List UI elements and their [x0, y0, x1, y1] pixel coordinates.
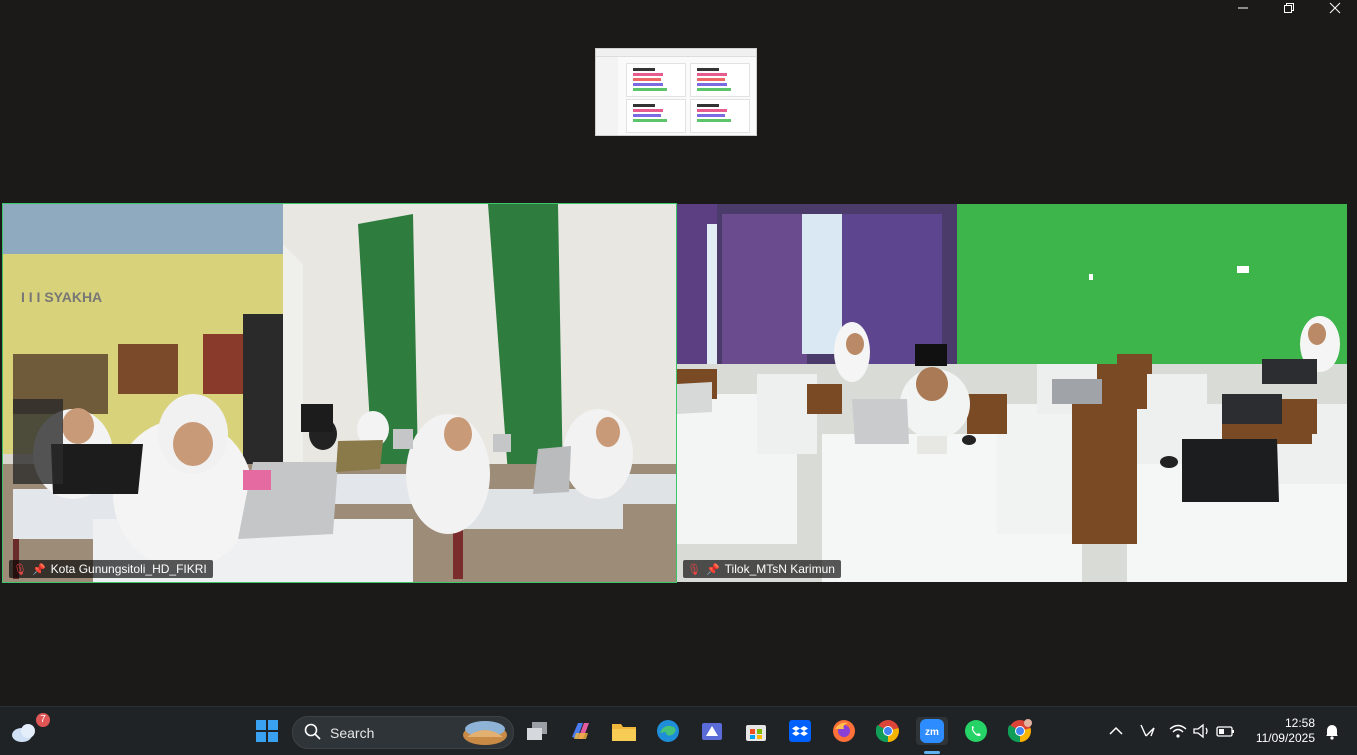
classroom-video-feed: [677, 204, 1347, 582]
chrome-profile-icon: [1008, 719, 1032, 743]
taskbar-search[interactable]: Search: [292, 716, 514, 749]
chrome-button[interactable]: [874, 717, 902, 745]
edge-button[interactable]: [654, 717, 682, 745]
chrome-icon: [876, 720, 899, 743]
start-button[interactable]: [253, 717, 281, 745]
firefox-button[interactable]: [830, 717, 858, 745]
copilot-button[interactable]: [566, 717, 594, 745]
task-view-button[interactable]: [523, 717, 551, 745]
clock-date: 11/09/2025: [1255, 731, 1315, 745]
video-tile-2[interactable]: 🎙 📌 Tilok_MTsN Karimun: [677, 204, 1347, 582]
minimize-icon: [1238, 7, 1248, 9]
thumbnail-card: [626, 99, 686, 133]
weather-badge: 7: [36, 713, 50, 727]
thumbnail-sidebar: [596, 57, 618, 135]
windows-start-icon: [256, 720, 278, 742]
show-hidden-icons-button[interactable]: [1102, 717, 1130, 745]
whatsapp-icon: [965, 720, 987, 742]
battery-button[interactable]: [1212, 717, 1240, 745]
minimize-button[interactable]: [1220, 0, 1266, 16]
thumbnail-card: [690, 63, 750, 97]
firefox-icon: [833, 720, 855, 742]
clock-time: 12:58: [1284, 716, 1315, 730]
notifications-button[interactable]: [1318, 717, 1346, 745]
chrome-profile-button[interactable]: [1006, 717, 1034, 745]
microsoft-store-icon: [746, 725, 766, 741]
window-titlebar: [0, 0, 1357, 40]
zoom-button[interactable]: zm: [916, 717, 948, 745]
svg-text:zm: zm: [925, 727, 939, 738]
dropbox-icon: [789, 720, 811, 742]
microsoft-store-button[interactable]: [742, 717, 770, 745]
zoom-icon: zm: [920, 719, 944, 743]
pen-location-icon: [1140, 724, 1155, 737]
whatsapp-button[interactable]: [962, 717, 990, 745]
participant-name-label: 🎙 📌 Kota Gunungsitoli_HD_FIKRI: [9, 560, 213, 578]
copilot-icon: [572, 723, 589, 739]
thumbnail-toolbar: [596, 49, 756, 57]
task-view-icon: [527, 722, 547, 740]
folder-icon: [612, 724, 636, 741]
dropbox-button[interactable]: [786, 717, 814, 745]
svg-text:I I I SYAKHA: I I I SYAKHA: [21, 289, 102, 305]
participant-name: Kota Gunungsitoli_HD_FIKRI: [50, 562, 207, 576]
participant-name: Tilok_MTsN Karimun: [724, 562, 835, 576]
close-icon: [1329, 2, 1341, 14]
thumbnail-card: [690, 99, 750, 133]
battery-icon: [1216, 726, 1234, 737]
taskbar: 7 Search zm 12:58 11/09/2025: [0, 706, 1357, 755]
muted-mic-icon: 🎙: [13, 563, 27, 576]
search-icon: [304, 723, 321, 740]
thumbnail-card: [626, 63, 686, 97]
weather-widget[interactable]: 7: [10, 713, 50, 745]
search-highlight-icon: [463, 721, 507, 745]
restore-icon: [1284, 3, 1294, 13]
store-app-icon: [702, 723, 722, 740]
search-placeholder: Search: [330, 725, 375, 741]
participant-name-label: 🎙 📌 Tilok_MTsN Karimun: [683, 560, 841, 578]
pen-tray-button[interactable]: [1134, 717, 1162, 745]
classroom-video-feed: I I I SYAKHA: [3, 204, 676, 582]
video-tile-1[interactable]: I I I SYAKHA 🎙 📌 Kota Gunungsitoli_HD_FI…: [2, 203, 677, 583]
app-button[interactable]: [698, 717, 726, 745]
bell-icon: [1326, 725, 1338, 740]
screen-share-thumbnail[interactable]: [595, 48, 757, 136]
close-button[interactable]: [1312, 0, 1357, 16]
restore-button[interactable]: [1266, 0, 1312, 16]
pin-icon: 📌: [31, 563, 46, 576]
video-gallery: I I I SYAKHA 🎙 📌 Kota Gunungsitoli_HD_FI…: [0, 138, 1357, 678]
file-explorer-button[interactable]: [610, 717, 638, 745]
pin-icon: 📌: [705, 563, 720, 576]
cloud-icon: [12, 724, 35, 742]
clock[interactable]: 12:58 11/09/2025: [1256, 716, 1315, 746]
chevron-up-icon: [1109, 726, 1123, 735]
speaker-icon: [1193, 723, 1208, 739]
edge-icon: [657, 720, 679, 742]
muted-mic-icon: 🎙: [687, 563, 701, 576]
wifi-icon: [1169, 724, 1187, 738]
